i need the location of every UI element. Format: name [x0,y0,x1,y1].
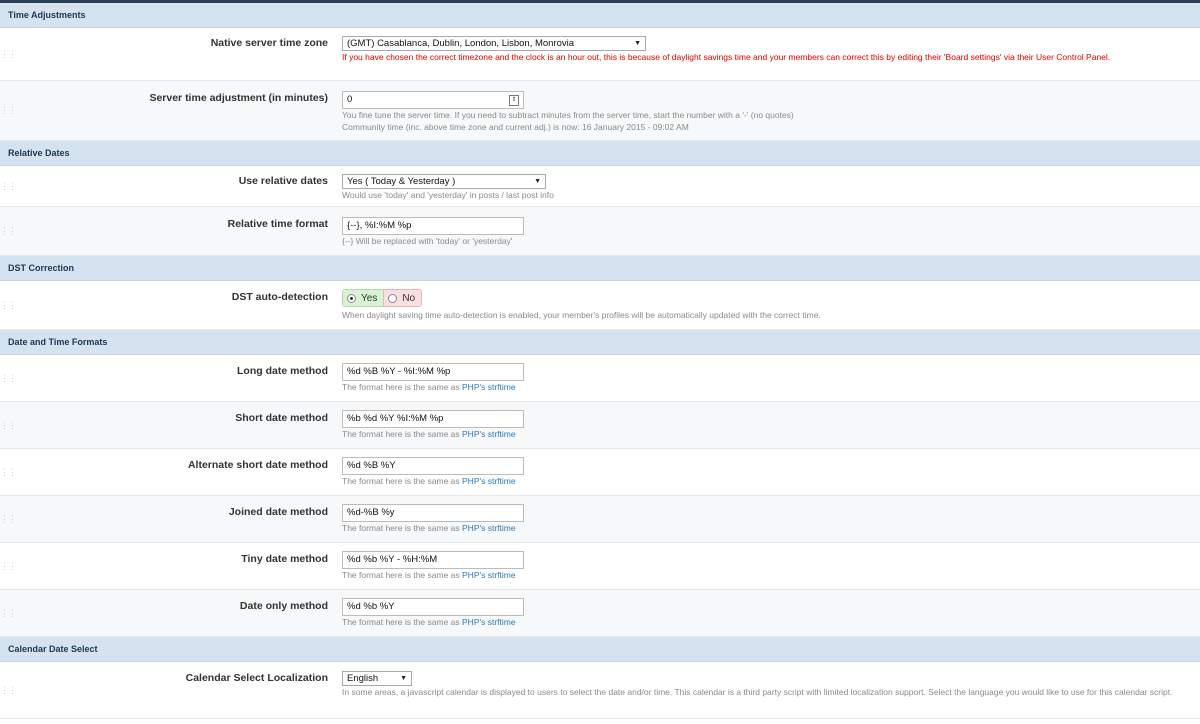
setting-row-date-only: ⋮⋮ Date only method %d %b %Y The format … [0,590,1200,637]
setting-row-relative-format: ⋮⋮ Relative time format {--}, %I:%M %p {… [0,207,1200,256]
setting-row-joined-date: ⋮⋮ Joined date method %d-%B %y The forma… [0,496,1200,543]
format-rows: ⋮⋮ Long date method %d %B %Y - %I:%M %p … [0,355,1200,637]
radio-icon[interactable] [388,293,398,303]
section-calendar-date-select: Calendar Date Select [0,637,1200,662]
format-desc: The format here is the same as PHP's str… [342,476,1184,487]
timezone-warning: If you have chosen the correct timezone … [342,52,1111,62]
format-desc-text: The format here is the same as [342,570,460,580]
server-adjust-desc: You fine tune the server time. If you ne… [342,110,794,120]
calendar-select-value: English [347,673,379,684]
dst-yes-label: Yes [361,292,378,304]
strftime-link[interactable]: PHP's strftime [462,570,516,580]
radio-selected-icon[interactable] [347,293,356,303]
alt-short-date-value: %d %B %Y [347,460,396,471]
relative-dates-value: Yes ( Today & Yesterday ) [347,176,456,187]
drag-handle-icon[interactable]: ⋮⋮ [0,402,17,448]
chevron-down-icon: ▼ [634,40,641,47]
relative-format-label: Relative time format [227,218,328,230]
strftime-link[interactable]: PHP's strftime [462,429,516,439]
long-date-value: %d %B %Y - %I:%M %p [347,366,451,377]
dst-no-label: No [402,292,416,304]
format-desc: The format here is the same as PHP's str… [342,429,1184,440]
format-desc: The format here is the same as PHP's str… [342,570,1184,581]
date-only-value: %d %b %Y [347,601,395,612]
joined-date-label: Joined date method [228,506,328,518]
timezone-select[interactable]: (GMT) Casablanca, Dublin, London, Lisbon… [342,36,646,51]
server-adjust-input[interactable]: 0 ⇕ [342,91,524,109]
chevron-down-icon: ▼ [400,675,407,682]
format-desc-text: The format here is the same as [342,476,460,486]
dst-label: DST auto-detection [231,291,328,303]
chevron-down-icon: ▼ [534,178,541,185]
setting-row-server-adjust: ⋮⋮ Server time adjustment (in minutes) 0… [0,81,1200,141]
relative-dates-label: Use relative dates [238,175,328,187]
drag-handle-icon[interactable]: ⋮⋮ [0,590,17,636]
date-only-label: Date only method [239,600,328,612]
setting-row-calendar: ⋮⋮ Calendar Select Localization English … [0,662,1200,719]
tiny-date-value: %d %b %Y - %H:%M [347,554,438,565]
section-time-adjustments: Time Adjustments [0,3,1200,28]
dst-desc: When daylight saving time auto-detection… [342,310,821,320]
strftime-link[interactable]: PHP's strftime [462,382,516,392]
setting-row-alt-short-date: ⋮⋮ Alternate short date method %d %B %Y … [0,449,1200,496]
stepper-icon[interactable]: ⇕ [509,94,519,106]
setting-row-timezone: ⋮⋮ Native server time zone (GMT) Casabla… [0,28,1200,81]
section-relative-dates: Relative Dates [0,141,1200,166]
drag-handle-icon[interactable]: ⋮⋮ [0,281,17,329]
timezone-label: Native server time zone [210,37,328,49]
calendar-label: Calendar Select Localization [185,672,328,684]
alt-short-date-label: Alternate short date method [187,459,328,471]
drag-handle-icon[interactable]: ⋮⋮ [0,496,17,542]
date-only-input[interactable]: %d %b %Y [342,598,524,616]
community-time-desc: Community time (inc. above time zone and… [342,122,689,132]
server-adjust-label: Server time adjustment (in minutes) [149,92,328,104]
short-date-label: Short date method [235,412,328,424]
setting-row-short-date: ⋮⋮ Short date method %b %d %Y %I:%M %p T… [0,402,1200,449]
dst-no-option[interactable]: No [383,289,423,307]
relative-format-input[interactable]: {--}, %I:%M %p [342,217,524,235]
joined-date-input[interactable]: %d-%B %y [342,504,524,522]
drag-handle-icon[interactable]: ⋮⋮ [0,449,17,495]
relative-format-value: {--}, %I:%M %p [347,220,412,231]
short-date-input[interactable]: %b %d %Y %I:%M %p [342,410,524,428]
strftime-link[interactable]: PHP's strftime [462,617,516,627]
drag-handle-icon[interactable]: ⋮⋮ [0,81,17,140]
dst-yes-option[interactable]: Yes [342,289,384,307]
timezone-select-value: (GMT) Casablanca, Dublin, London, Lisbon… [347,38,575,49]
drag-handle-icon[interactable]: ⋮⋮ [0,207,17,255]
setting-row-dst: ⋮⋮ DST auto-detection Yes No When daylig… [0,281,1200,330]
format-desc: The format here is the same as PHP's str… [342,382,1184,393]
relative-dates-select[interactable]: Yes ( Today & Yesterday ) ▼ [342,174,546,189]
format-desc-text: The format here is the same as [342,382,460,392]
drag-handle-icon[interactable]: ⋮⋮ [0,355,17,401]
drag-handle-icon[interactable]: ⋮⋮ [0,543,17,589]
format-desc-text: The format here is the same as [342,523,460,533]
drag-handle-icon[interactable]: ⋮⋮ [0,28,17,80]
relative-format-desc: {--} Will be replaced with 'today' or 'y… [342,236,513,246]
joined-date-value: %d-%B %y [347,507,395,518]
alt-short-date-input[interactable]: %d %B %Y [342,457,524,475]
long-date-input[interactable]: %d %B %Y - %I:%M %p [342,363,524,381]
strftime-link[interactable]: PHP's strftime [462,523,516,533]
setting-row-relative-dates: ⋮⋮ Use relative dates Yes ( Today & Yest… [0,166,1200,207]
format-desc: The format here is the same as PHP's str… [342,523,1184,534]
format-desc-text: The format here is the same as [342,429,460,439]
server-adjust-value: 0 [347,94,353,105]
calendar-select[interactable]: English ▼ [342,671,412,686]
tiny-date-label: Tiny date method [241,553,328,565]
relative-dates-desc: Would use 'today' and 'yesterday' in pos… [342,190,554,200]
calendar-desc: In some areas, a javascript calendar is … [342,687,1173,697]
setting-row-tiny-date: ⋮⋮ Tiny date method %d %b %Y - %H:%M The… [0,543,1200,590]
long-date-label: Long date method [237,365,328,377]
setting-row-long-date: ⋮⋮ Long date method %d %B %Y - %I:%M %p … [0,355,1200,402]
tiny-date-input[interactable]: %d %b %Y - %H:%M [342,551,524,569]
strftime-link[interactable]: PHP's strftime [462,476,516,486]
section-date-time-formats: Date and Time Formats [0,330,1200,355]
dst-toggle: Yes No [342,289,423,307]
format-desc: The format here is the same as PHP's str… [342,617,1184,628]
format-desc-text: The format here is the same as [342,617,460,627]
section-dst-correction: DST Correction [0,256,1200,281]
drag-handle-icon[interactable]: ⋮⋮ [0,662,17,718]
short-date-value: %b %d %Y %I:%M %p [347,413,444,424]
